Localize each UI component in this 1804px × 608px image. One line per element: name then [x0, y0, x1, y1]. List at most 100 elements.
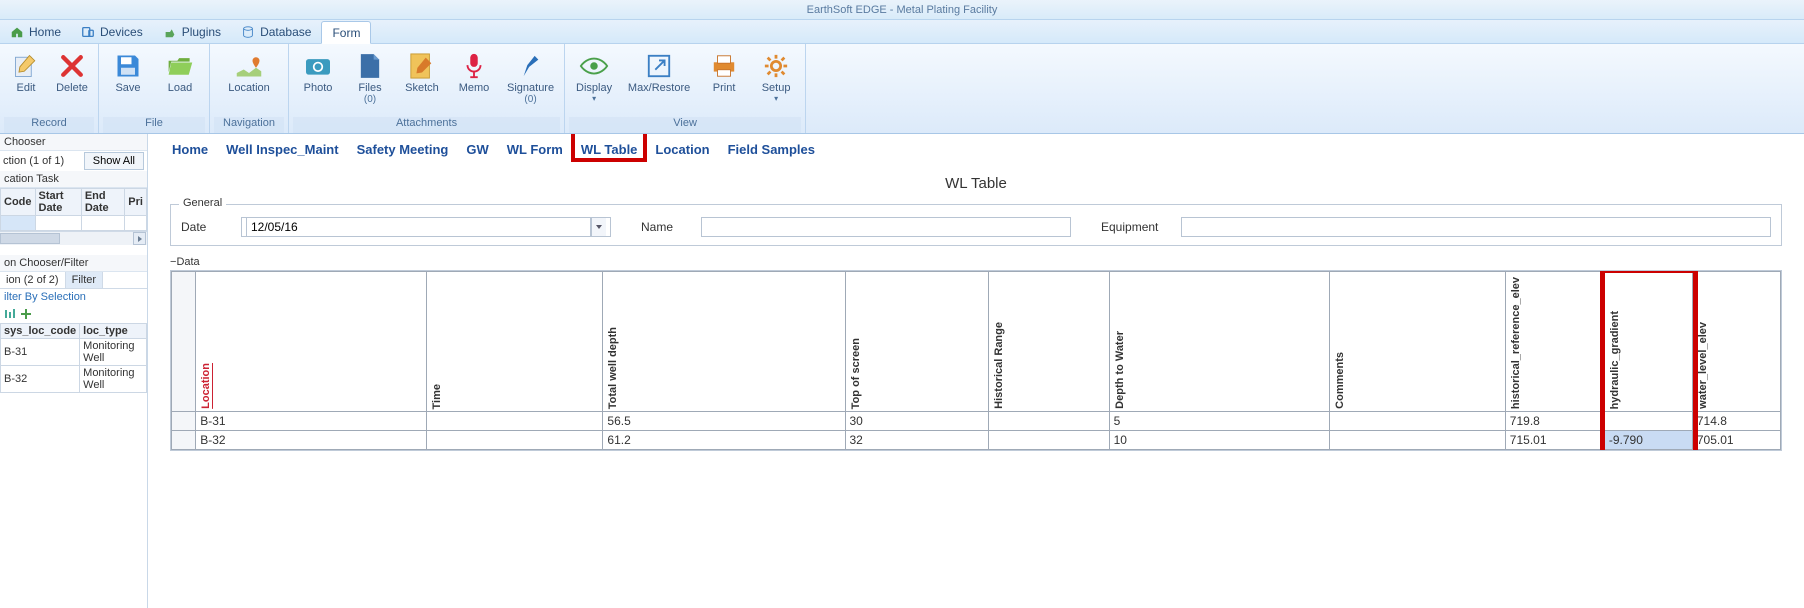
- grid-header-loctype[interactable]: loc_type: [80, 324, 147, 339]
- cell[interactable]: 32: [845, 431, 988, 450]
- plus-icon[interactable]: [20, 308, 32, 320]
- cell[interactable]: 56.5: [603, 412, 845, 431]
- col-historical-ref-elev[interactable]: historical_reference_elev: [1505, 272, 1604, 412]
- filter-by-selection[interactable]: ilter By Selection: [0, 289, 147, 305]
- expand-icon: [643, 50, 675, 82]
- task-header-pri[interactable]: Pri: [125, 189, 147, 216]
- cell[interactable]: [1329, 412, 1505, 431]
- files-button[interactable]: Files (0): [345, 46, 395, 109]
- load-button[interactable]: Load: [155, 46, 205, 98]
- cell[interactable]: [1329, 431, 1505, 450]
- table-row[interactable]: B-32 61.2 32 10 715.01 -9.790 705.01: [172, 431, 1781, 450]
- task-header-end[interactable]: End Date: [81, 189, 124, 216]
- tab-home[interactable]: Home: [170, 140, 210, 159]
- bars-icon[interactable]: [4, 308, 16, 320]
- cell[interactable]: [427, 412, 603, 431]
- col-top-of-screen[interactable]: Top of screen: [845, 272, 988, 412]
- col-historical-range[interactable]: Historical Range: [988, 272, 1109, 412]
- scrollbar-thumb[interactable]: [0, 233, 60, 244]
- cell[interactable]: [427, 431, 603, 450]
- tab-wl-table[interactable]: WL Table: [579, 140, 640, 159]
- cell[interactable]: [988, 431, 1109, 450]
- hscrollbar[interactable]: [0, 231, 147, 245]
- grid-header-sysloc[interactable]: sys_loc_code: [1, 324, 80, 339]
- tab-wl-form[interactable]: WL Form: [505, 140, 565, 159]
- menu-plugins[interactable]: Plugins: [153, 20, 231, 43]
- cell[interactable]: 719.8: [1505, 412, 1604, 431]
- cell[interactable]: [1604, 412, 1692, 431]
- cell[interactable]: 61.2: [603, 431, 845, 450]
- cell[interactable]: 30: [845, 412, 988, 431]
- col-comments[interactable]: Comments: [1329, 272, 1505, 412]
- grid-cell-code: B-31: [1, 339, 80, 366]
- row-handle[interactable]: [172, 431, 196, 450]
- cell-selected[interactable]: -9.790: [1604, 431, 1692, 450]
- col-water-level-elev[interactable]: water_level_elev: [1692, 272, 1780, 412]
- grid-cell-type: Monitoring Well: [80, 339, 147, 366]
- maxrestore-button[interactable]: Max/Restore: [621, 46, 697, 98]
- tab-location[interactable]: Location: [653, 140, 711, 159]
- grid-row[interactable]: B-32 Monitoring Well: [1, 366, 147, 393]
- cell[interactable]: [988, 412, 1109, 431]
- signature-button[interactable]: Signature (0): [501, 46, 560, 109]
- col-time[interactable]: Time: [427, 272, 603, 412]
- save-button[interactable]: Save: [103, 46, 153, 98]
- data-table-wrapper: Location Time Total well depth Top of sc…: [170, 270, 1782, 451]
- row-handle[interactable]: [172, 412, 196, 431]
- show-all-button[interactable]: Show All: [84, 152, 144, 170]
- display-label: Display: [576, 82, 612, 94]
- cell[interactable]: 715.01: [1505, 431, 1604, 450]
- task-cell[interactable]: [35, 216, 81, 231]
- equipment-input[interactable]: [1181, 217, 1771, 237]
- menu-devices[interactable]: Devices: [71, 20, 153, 43]
- maxrestore-label: Max/Restore: [628, 82, 690, 94]
- cell[interactable]: B-31: [196, 412, 427, 431]
- eye-icon: [578, 50, 610, 82]
- grid-row[interactable]: B-31 Monitoring Well: [1, 339, 147, 366]
- sketch-button[interactable]: Sketch: [397, 46, 447, 98]
- name-input[interactable]: [701, 217, 1071, 237]
- menu-form[interactable]: Form: [321, 21, 371, 44]
- chevron-down-icon[interactable]: [591, 218, 606, 236]
- task-cell[interactable]: [81, 216, 124, 231]
- setup-button[interactable]: Setup ▾: [751, 46, 801, 107]
- tab-safety[interactable]: Safety Meeting: [355, 140, 451, 159]
- data-section-header: − Data: [170, 256, 1782, 268]
- general-group: General Date Name Equipment: [170, 204, 1782, 246]
- col-location[interactable]: Location: [196, 272, 427, 412]
- col-depth-to-water[interactable]: Depth to Water: [1109, 272, 1329, 412]
- col-hydraulic-gradient[interactable]: hydraulic_gradient: [1604, 272, 1692, 412]
- location-button[interactable]: Location: [214, 46, 284, 98]
- edit-button[interactable]: Edit: [4, 46, 48, 98]
- task-cell[interactable]: [125, 216, 147, 231]
- delete-button[interactable]: Delete: [50, 46, 94, 98]
- scroll-right-icon[interactable]: [133, 232, 146, 245]
- table-row[interactable]: B-31 56.5 30 5 719.8 714.8: [172, 412, 1781, 431]
- cell[interactable]: 5: [1109, 412, 1329, 431]
- cell[interactable]: B-32: [196, 431, 427, 450]
- tab-well-inspect[interactable]: Well Inspec_Maint: [224, 140, 340, 159]
- cell[interactable]: 10: [1109, 431, 1329, 450]
- task-cell[interactable]: [1, 216, 36, 231]
- tab-field-samples[interactable]: Field Samples: [726, 140, 817, 159]
- date-input[interactable]: [246, 217, 591, 237]
- date-combo[interactable]: [241, 217, 611, 237]
- col-total-well-depth[interactable]: Total well depth: [603, 272, 845, 412]
- filter-tab[interactable]: Filter: [66, 272, 103, 288]
- window-title: EarthSoft EDGE - Metal Plating Facility: [807, 4, 998, 16]
- data-table: Location Time Total well depth Top of sc…: [171, 271, 1781, 450]
- menu-database[interactable]: Database: [231, 20, 321, 43]
- grid-cell-code: B-32: [1, 366, 80, 393]
- task-header-start[interactable]: Start Date: [35, 189, 81, 216]
- display-button[interactable]: Display ▾: [569, 46, 619, 107]
- cell[interactable]: 714.8: [1692, 412, 1780, 431]
- ribbon-group-attachments: Photo Files (0) Sketch Memo: [289, 44, 565, 133]
- memo-button[interactable]: Memo: [449, 46, 499, 98]
- task-header-code[interactable]: Code: [1, 189, 36, 216]
- photo-button[interactable]: Photo: [293, 46, 343, 98]
- print-button[interactable]: Print: [699, 46, 749, 98]
- cell[interactable]: 705.01: [1692, 431, 1780, 450]
- menu-home[interactable]: Home: [0, 20, 71, 43]
- ribbon-label-view: View: [569, 117, 801, 133]
- tab-gw[interactable]: GW: [464, 140, 490, 159]
